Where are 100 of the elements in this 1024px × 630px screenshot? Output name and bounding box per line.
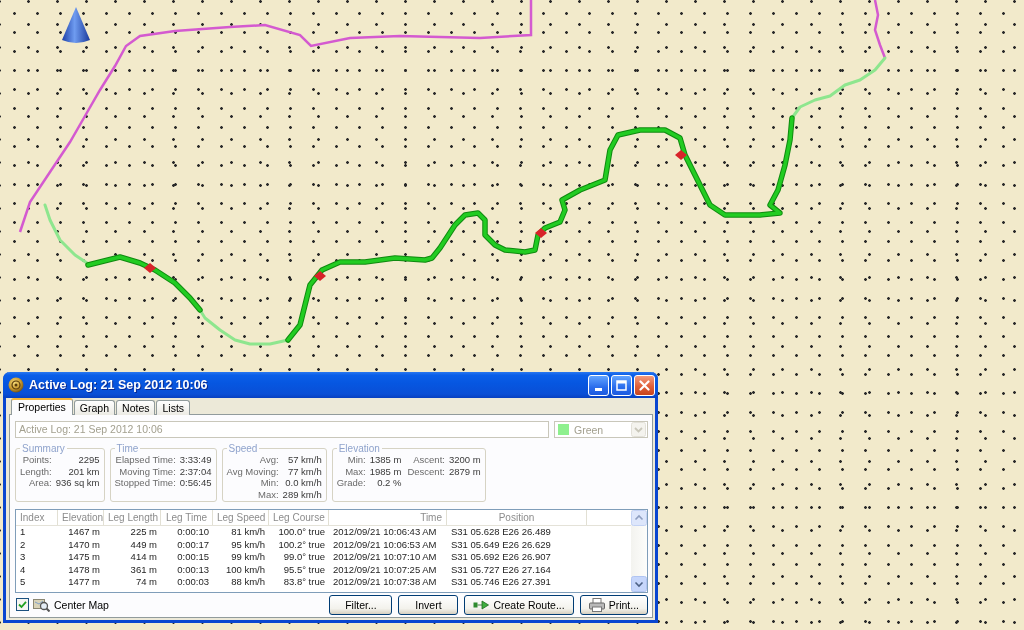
table-cell-text: 100 km/h: [224, 563, 266, 576]
column-header[interactable]: Elevation: [58, 510, 104, 525]
table-cell-text: 1478 m: [67, 563, 101, 576]
north-arrow-icon: [62, 7, 90, 43]
table-cell-text: 99 km/h: [230, 551, 266, 564]
table-cell-text: 1470 m: [67, 538, 101, 551]
column-header[interactable]: Time: [329, 510, 447, 525]
tab[interactable]: Properties: [11, 398, 73, 415]
disc-icon: [8, 377, 24, 393]
table-cell-text: 0:00:10: [176, 526, 210, 539]
field-label: Avg:: [258, 454, 279, 466]
field-label: Elapsed Time:: [114, 454, 176, 466]
tab[interactable]: Notes: [116, 400, 156, 415]
field-value: 201 km: [67, 465, 100, 477]
table-cell-text: 81 km/h: [230, 526, 266, 539]
column-header[interactable]: Index: [16, 510, 58, 525]
checkbox-label[interactable]: Center Map: [54, 598, 109, 611]
field-label: Max:: [344, 465, 366, 477]
table-cell-text: S31 05.692 E26 26.907: [450, 551, 552, 564]
map-magnifier-icon: [33, 597, 50, 612]
printer-icon: [588, 597, 605, 612]
table-cell-text: 1467 m: [67, 526, 101, 539]
minimize-icon: [595, 387, 602, 391]
road-line: [873, 0, 887, 59]
field-label: Area:: [28, 477, 52, 489]
tab[interactable]: Lists: [156, 400, 191, 415]
table-cell-text: 5: [19, 576, 27, 589]
marker-icon: [675, 150, 687, 160]
field-value: 1985 m: [369, 465, 402, 477]
field-label: Points:: [21, 454, 52, 466]
close-button[interactable]: [634, 374, 655, 396]
field-value: 0.2 %: [376, 477, 402, 489]
table-cell-text: 2012/09/21 10:07:10 AM: [332, 551, 438, 564]
table-cell-text: 2012/09/21 10:07:25 AM: [332, 563, 438, 576]
checkbox[interactable]: [16, 598, 29, 611]
print-button[interactable]: Print...: [579, 594, 648, 615]
table-cell-text: 95.5° true: [282, 563, 326, 576]
marker-icon: [144, 263, 156, 273]
table-cell-text: 4: [19, 563, 27, 576]
table-cell-text: 449 m: [129, 538, 158, 551]
table-cell-text: S31 05.628 E26 26.489: [450, 526, 552, 539]
table-cell-text: 2012/09/21 10:07:38 AM: [332, 576, 438, 589]
field-label: Length:: [20, 465, 52, 477]
table-cell-text: 88 km/h: [230, 576, 266, 589]
table-cell-text: 3: [19, 551, 27, 564]
field-value: 2879 m: [448, 465, 481, 477]
table-cell-text: 83.8° true: [282, 576, 326, 589]
maximize-button[interactable]: [611, 374, 632, 396]
field-label: Ascent:: [412, 454, 445, 466]
table-cell-text: S31 05.746 E26 27.391: [450, 576, 552, 589]
field-value: 3:33:49: [179, 454, 212, 466]
minimize-button[interactable]: [588, 374, 609, 396]
table-cell-text: 0:00:15: [176, 551, 210, 564]
table-cell-text: 2012/09/21 10:06:53 AM: [332, 538, 438, 551]
table-cell-text: S31 05.727 E26 27.164: [450, 563, 552, 576]
field-label: Max:: [257, 488, 279, 500]
vertical-scrollbar[interactable]: [631, 510, 647, 592]
field-label: Descent:: [407, 465, 445, 477]
caret-down-icon[interactable]: [631, 576, 647, 592]
column-header[interactable]: Leg Time: [161, 510, 213, 525]
table-cell-text: 361 m: [129, 563, 158, 576]
field-value: 289 km/h: [282, 488, 322, 500]
table-cell-text: 0:00:13: [176, 563, 210, 576]
group-title: Time: [116, 443, 139, 454]
filter-button[interactable]: Filter...: [329, 594, 393, 615]
field-value: 936 sq km: [55, 477, 100, 489]
table-cell-text: 2012/09/21 10:06:43 AM: [332, 526, 438, 539]
column-header[interactable]: Leg Speed: [213, 510, 269, 525]
marker-icon: [314, 271, 326, 281]
table-cell-text: 95 km/h: [230, 538, 266, 551]
close-icon: [639, 379, 650, 391]
column-header[interactable]: Position: [447, 510, 587, 525]
field-value: 77 km/h: [286, 465, 322, 477]
table-cell-text: 74 m: [134, 576, 158, 589]
table-cell-text: 225 m: [129, 526, 158, 539]
field-label: Min:: [346, 454, 366, 466]
column-header[interactable]: Leg Course: [269, 510, 329, 525]
table-cell-text: 414 m: [129, 551, 158, 564]
group-title: Speed: [228, 443, 258, 454]
field-label: Avg Moving:: [226, 465, 279, 477]
table-cell-text: 99.0° true: [282, 551, 326, 564]
field-value: 0.0 km/h: [284, 477, 322, 489]
maximize-icon: [616, 379, 627, 391]
tab[interactable]: Graph: [73, 400, 116, 415]
field-value: 1385 m: [369, 454, 402, 466]
field-value: 57 km/h: [286, 454, 322, 466]
field-value: 0:56:45: [179, 477, 212, 489]
table-cell-text: 100.0° true: [277, 526, 326, 539]
create-route-button[interactable]: Create Route...: [464, 594, 574, 615]
field-value: 3200 m: [448, 454, 481, 466]
column-header[interactable]: Leg Length: [104, 510, 161, 525]
invert-button[interactable]: Invert: [398, 594, 459, 615]
table-cell-text: S31 05.649 E26 26.629: [450, 538, 552, 551]
table-cell-text: 1477 m: [67, 576, 101, 589]
table-cell-text: 100.2° true: [277, 538, 326, 551]
table-cell-text: 1: [19, 526, 27, 539]
group-title: Summary: [22, 443, 65, 454]
table-cell-text: 1475 m: [67, 551, 101, 564]
group-title: Elevation: [338, 443, 380, 454]
window-title: Active Log: 21 Sep 2012 10:06: [29, 378, 209, 392]
